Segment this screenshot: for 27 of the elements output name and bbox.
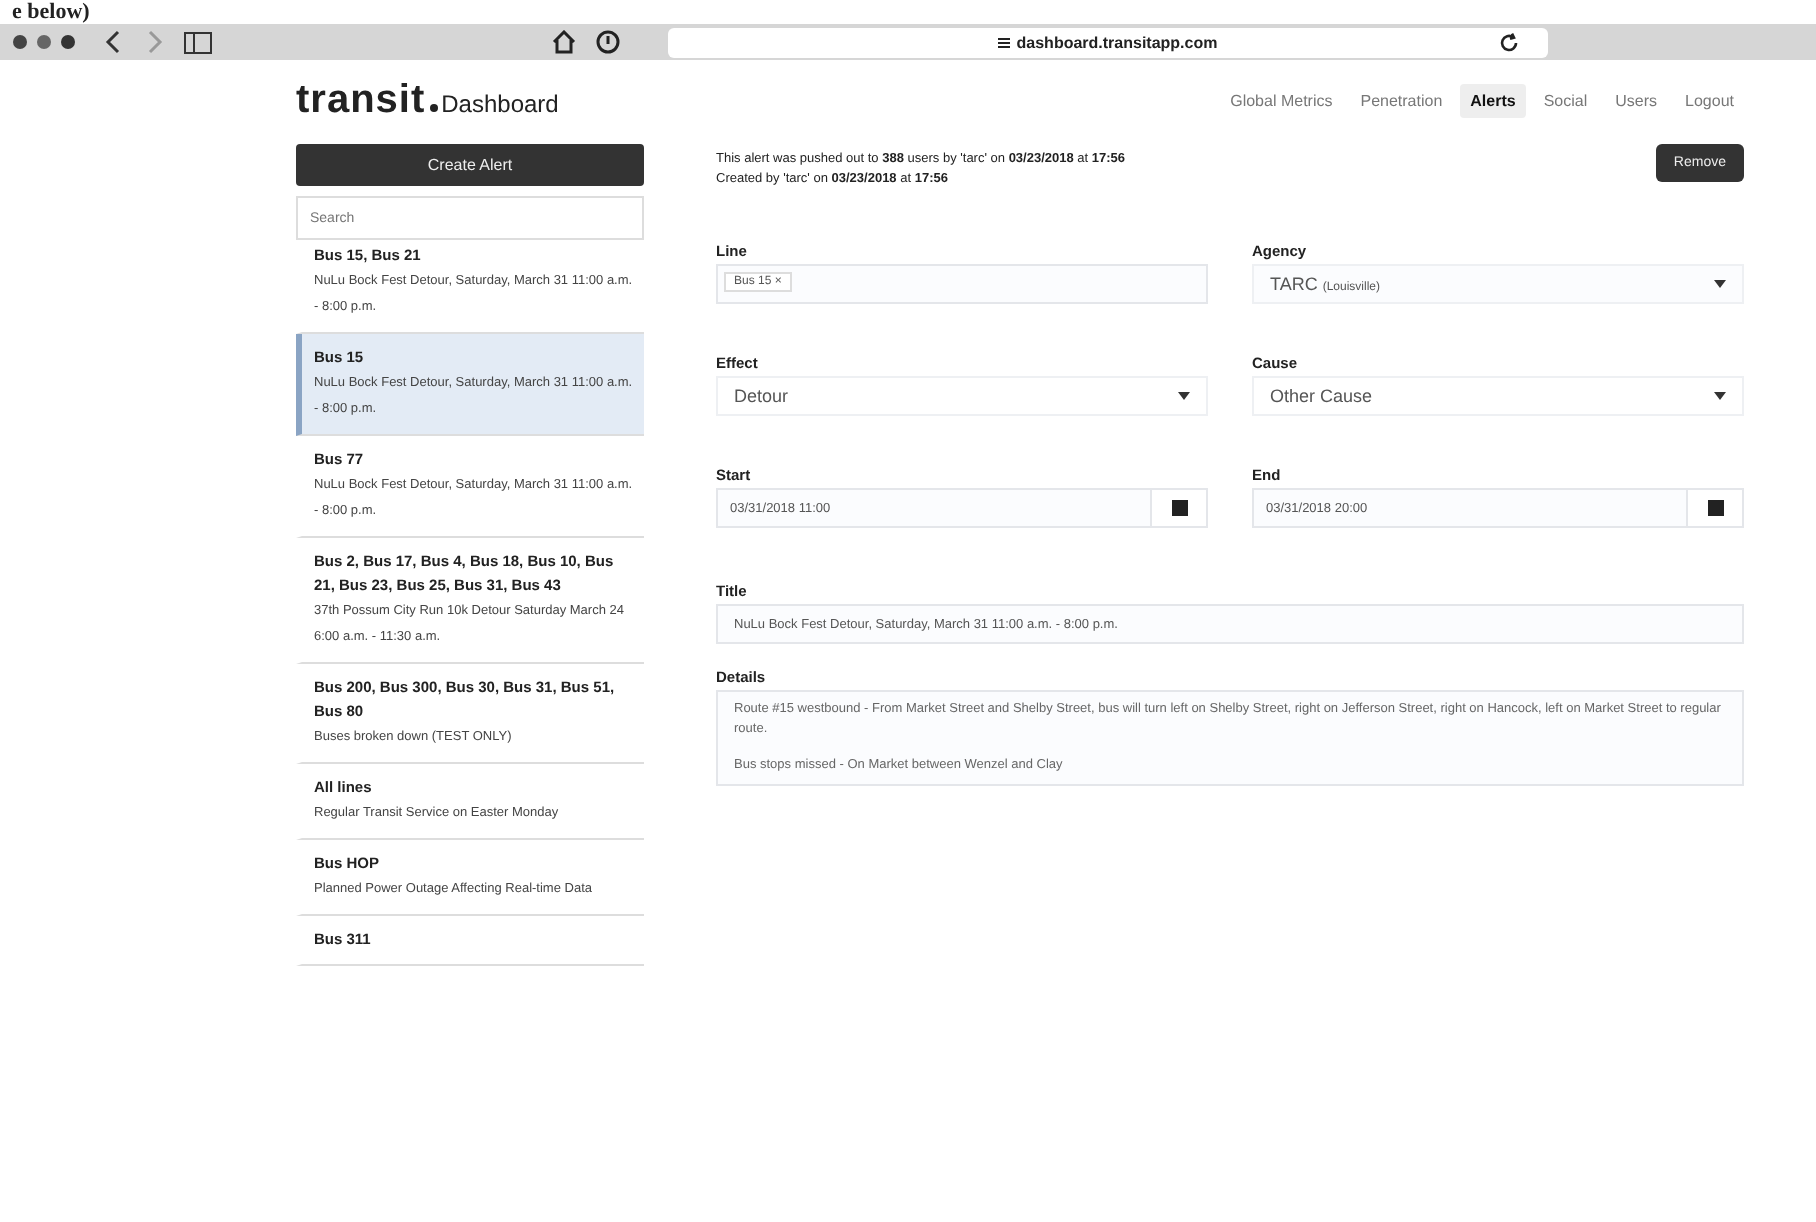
back-icon[interactable] (104, 30, 124, 54)
nav-link[interactable]: Global Metrics (1220, 83, 1343, 117)
create-alert-button[interactable]: Create Alert (296, 144, 644, 186)
nav-link[interactable]: Social (1533, 83, 1598, 117)
effect-select[interactable]: Detour (716, 376, 1208, 416)
caret-icon (1178, 392, 1190, 400)
calendar-button[interactable] (1152, 488, 1208, 528)
calendar-button[interactable] (1688, 488, 1744, 528)
logo-subtitle: Dashboard (441, 89, 559, 117)
calendar-icon (1707, 500, 1723, 516)
nav-link[interactable]: Users (1605, 83, 1668, 117)
nav-link[interactable]: Alerts (1460, 83, 1526, 117)
nav-link[interactable]: Logout (1675, 83, 1744, 117)
logo-dot-icon (429, 103, 438, 111)
address-bar[interactable]: dashboard.transitapp.com (668, 27, 1548, 57)
info-icon[interactable] (596, 30, 620, 54)
home-icon[interactable] (552, 30, 576, 54)
cause-select[interactable]: Other Cause (1252, 376, 1744, 416)
logo-text: transit (296, 77, 426, 123)
calendar-icon (1171, 500, 1187, 516)
nav-link[interactable]: Penetration (1350, 83, 1453, 117)
caret-icon (1714, 280, 1726, 288)
sidebar-icon[interactable] (184, 31, 212, 53)
caret-icon (1714, 392, 1726, 400)
reader-icon[interactable] (998, 37, 1011, 47)
reload-icon[interactable] (1498, 31, 1520, 53)
caption-text: e below) (10, 0, 92, 24)
